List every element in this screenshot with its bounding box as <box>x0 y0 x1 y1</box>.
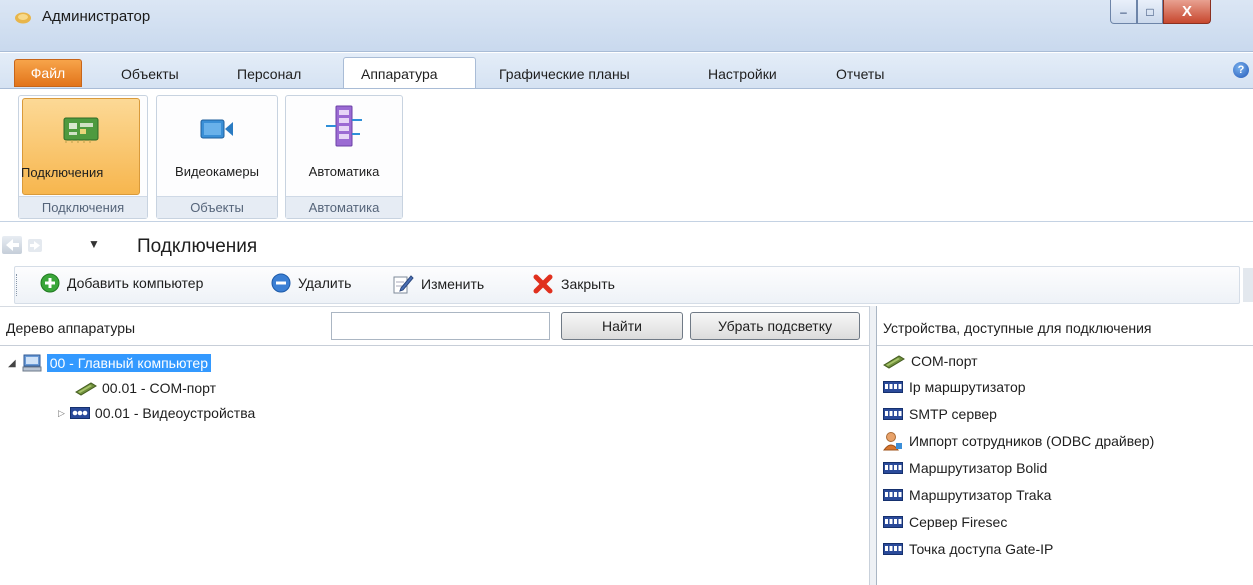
maximize-button[interactable]: □ <box>1137 0 1163 24</box>
red-x-icon <box>533 274 553 294</box>
search-input[interactable] <box>331 312 550 340</box>
forward-arrow-icon[interactable] <box>28 239 42 252</box>
toolbar-overflow-handle[interactable] <box>1243 268 1253 302</box>
clear-highlight-button[interactable]: Убрать подсветку <box>690 312 860 340</box>
list-item[interactable]: Маршрутизатор Traka <box>883 483 1051 506</box>
video-camera-icon <box>200 119 233 139</box>
router-icon <box>883 407 903 420</box>
close-button[interactable]: Закрыть <box>532 273 615 295</box>
tree-pane-label: Дерево аппаратуры <box>6 320 136 336</box>
router-icon <box>883 461 903 474</box>
list-item[interactable]: Импорт сотрудников (ODBC драйвер) <box>883 429 1154 452</box>
connections-button-label: Подключения <box>21 165 104 180</box>
back-arrow-icon[interactable] <box>2 236 22 254</box>
tab-hardware[interactable]: Аппаратура <box>361 66 438 82</box>
video-devices-icon <box>69 407 90 419</box>
tab-personnel[interactable]: Персонал <box>237 66 301 82</box>
tree-node-label: 00 - Главный компьютер <box>46 354 211 372</box>
list-item[interactable]: Точка доступа Gate-IP <box>883 537 1053 560</box>
add-circle-icon <box>40 273 60 293</box>
devices-pane-label: Устройства, доступные для подключения <box>883 320 1152 336</box>
list-item[interactable]: Сервер Firesec <box>883 510 1007 533</box>
admin-window: Администратор – □ X Файл Объекты Персона… <box>0 0 1253 585</box>
window-title: Администратор <box>42 8 151 25</box>
router-icon <box>883 515 903 528</box>
list-item-label: Маршрутизатор Traka <box>909 486 1052 503</box>
computer-icon <box>22 354 42 372</box>
list-item-label: Маршрутизатор Bolid <box>909 459 1048 476</box>
hardware-tree: ◢ 00 - Главный компьютер 00.01 - COM-пор… <box>0 345 869 585</box>
tree-node-com-port[interactable]: 00.01 - COM-порт <box>75 377 216 399</box>
automation-label: Автоматика <box>308 164 380 179</box>
tab-file[interactable]: Файл <box>14 59 82 87</box>
app-icon <box>15 12 31 24</box>
list-item-label: COM-порт <box>911 352 978 369</box>
tree-node-video-devices[interactable]: ▷ 00.01 - Видеоустройства <box>58 402 255 424</box>
list-item-label: Точка доступа Gate-IP <box>909 540 1054 557</box>
tab-objects[interactable]: Объекты <box>121 66 179 82</box>
list-item[interactable]: Маршрутизатор Bolid <box>883 456 1047 479</box>
com-port-icon <box>75 382 97 396</box>
expand-arrow-icon[interactable]: ◢ <box>8 358 16 369</box>
video-cameras-label: Видеокамеры <box>175 164 259 179</box>
delete-label: Удалить <box>298 275 352 291</box>
close-label: Закрыть <box>561 276 615 292</box>
list-item-label: Сервер Firesec <box>909 513 1008 530</box>
tab-graphic-plans[interactable]: Графические планы <box>499 66 630 82</box>
tab-reports[interactable]: Отчеты <box>836 66 884 82</box>
tree-node-label: 00.01 - COM-порт <box>102 380 217 396</box>
list-item-label: Ip маршрутизатор <box>909 378 1026 395</box>
devices-list: COM-порт Ip маршрутизатор SMTP сервер Им… <box>877 345 1253 585</box>
ribbon-group-connections: Подключения Подключения <box>18 95 148 219</box>
edit-label: Изменить <box>421 276 485 292</box>
group-label-objects: Объекты <box>157 196 277 218</box>
group-label-connections: Подключения <box>19 196 147 218</box>
circuit-board-icon <box>63 117 99 143</box>
connections-button[interactable]: Подключения <box>21 98 140 195</box>
find-button[interactable]: Найти <box>561 312 683 340</box>
group-label-automation: Автоматика <box>286 196 402 218</box>
list-item[interactable]: COM-порт <box>883 349 978 372</box>
title-bar <box>0 0 1253 52</box>
router-icon <box>883 542 903 555</box>
help-icon[interactable]: ? <box>1233 62 1249 78</box>
edit-pencil-icon <box>393 275 414 294</box>
list-item[interactable]: SMTP сервер <box>883 402 997 425</box>
minus-circle-icon <box>271 273 291 293</box>
history-dropdown-icon[interactable]: ▼ <box>88 237 100 251</box>
edit-button[interactable]: Изменить <box>392 273 484 295</box>
ribbon-group-objects: Видеокамеры Объекты <box>156 95 278 219</box>
ribbon-group-automation: Автоматика Автоматика <box>285 95 403 219</box>
router-icon <box>883 488 903 501</box>
video-cameras-button[interactable]: Видеокамеры <box>159 98 275 195</box>
close-window-button[interactable]: X <box>1163 0 1211 24</box>
collapsed-arrow-icon[interactable]: ▷ <box>58 408 65 419</box>
com-port-icon <box>883 354 905 369</box>
toolbar-grip[interactable] <box>16 274 19 296</box>
minimize-button[interactable]: – <box>1110 0 1137 24</box>
page-title: Подключения <box>137 236 258 257</box>
person-import-icon <box>883 431 902 450</box>
add-computer-label: Добавить компьютер <box>67 275 204 291</box>
router-icon <box>883 380 903 393</box>
list-item-label: Импорт сотрудников (ODBC драйвер) <box>909 432 1155 449</box>
add-computer-button[interactable]: Добавить компьютер <box>40 273 203 293</box>
automation-button[interactable]: Автоматика <box>288 98 400 195</box>
delete-button[interactable]: Удалить <box>271 273 351 293</box>
list-item[interactable]: Ip маршрутизатор <box>883 375 1026 398</box>
pane-splitter[interactable] <box>869 306 876 585</box>
automation-icon <box>326 105 362 147</box>
tree-node-label: 00.01 - Видеоустройства <box>94 405 256 421</box>
list-item-label: SMTP сервер <box>909 405 997 422</box>
tree-node-main-computer[interactable]: ◢ 00 - Главный компьютер <box>8 352 211 374</box>
tab-settings[interactable]: Настройки <box>708 66 777 82</box>
